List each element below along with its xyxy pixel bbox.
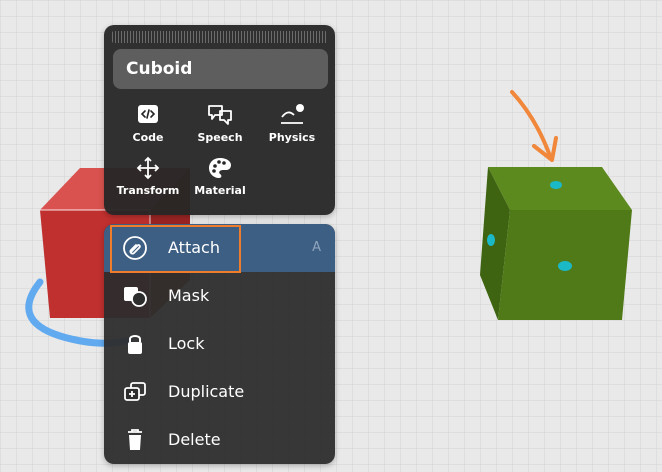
menu-item-lock[interactable]: Lock [104,320,335,368]
code-button[interactable]: Code [113,103,183,151]
duplicate-icon [124,382,146,401]
code-icon [138,105,158,123]
attach-label: Attach [168,238,220,257]
panel-drag-handle[interactable] [112,31,327,43]
menu-item-mask[interactable]: Mask [104,272,335,320]
palette-icon [209,158,231,178]
physics-button[interactable]: Physics [257,103,327,151]
context-menu: Attach A Mask Lock Duplicate Delete [104,224,335,464]
transform-label: Transform [116,184,180,197]
lock-icon [128,335,142,354]
speech-icon [208,105,232,125]
green-cuboid[interactable] [480,167,632,320]
object-panel: Cuboid Code Speech Physics Transform Mat… [104,25,335,215]
menu-item-attach[interactable]: Attach A [104,224,335,272]
snap-point [487,234,495,246]
snap-point [558,261,572,271]
physics-icon [281,104,304,124]
code-label: Code [132,131,164,144]
snap-point [550,181,562,189]
lock-label: Lock [168,334,205,353]
object-name-field[interactable]: Cuboid [113,49,328,89]
material-button[interactable]: Material [185,156,255,204]
physics-label: Physics [268,131,316,144]
speech-button[interactable]: Speech [185,103,255,151]
mask-label: Mask [168,286,210,305]
transform-button[interactable]: Transform [113,156,183,204]
trash-icon [128,429,142,450]
duplicate-label: Duplicate [168,382,245,401]
speech-label: Speech [197,131,243,144]
transform-icon [136,156,160,180]
attach-icon [123,236,147,260]
menu-item-delete[interactable]: Delete [104,416,335,464]
mask-icon [124,287,147,307]
material-label: Material [194,184,246,197]
attach-shortcut: A [312,240,321,255]
delete-label: Delete [168,430,221,449]
menu-item-duplicate[interactable]: Duplicate [104,368,335,416]
